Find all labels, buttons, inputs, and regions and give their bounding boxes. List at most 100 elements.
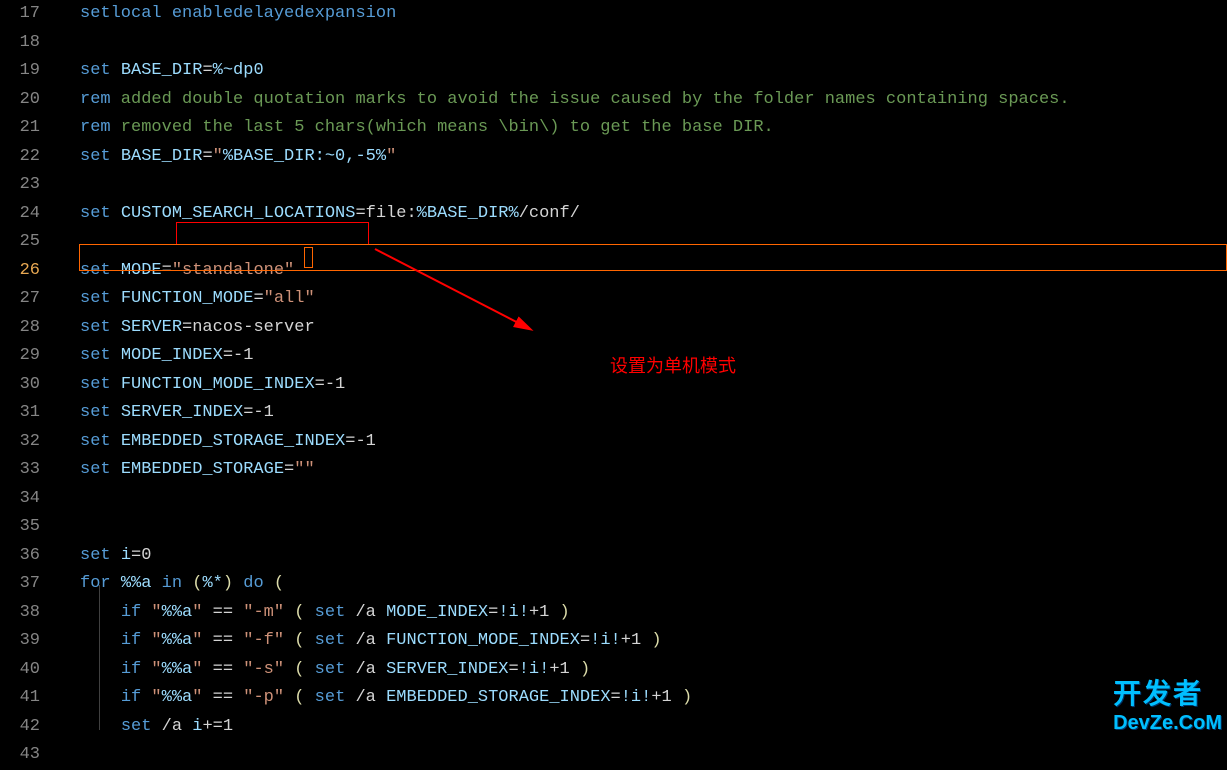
code-token: == (202, 631, 243, 650)
line-number: 17 (0, 0, 40, 29)
code-token (111, 261, 121, 280)
code-token: =-1 (223, 346, 254, 365)
code-token: == (202, 688, 243, 707)
code-token (141, 631, 151, 650)
code-token: i (121, 546, 131, 565)
code-line[interactable]: set BASE_DIR="%BASE_DIR:~0,-5%" (60, 143, 1227, 172)
code-token: " (192, 603, 202, 622)
code-token: ) (651, 631, 661, 650)
code-token: " (151, 631, 161, 650)
code-line[interactable]: set SERVER=nacos-server (60, 314, 1227, 343)
code-token (141, 660, 151, 679)
code-line[interactable]: if "%%a" == "-m" ( set /a MODE_INDEX=!i!… (60, 599, 1227, 628)
code-line[interactable]: set FUNCTION_MODE="all" (60, 285, 1227, 314)
code-token: "all" (264, 289, 315, 308)
code-token: = (202, 147, 212, 166)
code-token (80, 631, 121, 650)
code-line[interactable]: rem removed the last 5 chars(which means… (60, 114, 1227, 143)
code-token: MODE_INDEX (386, 603, 488, 622)
code-token: ( (264, 574, 284, 593)
code-line[interactable]: rem added double quotation marks to avoi… (60, 86, 1227, 115)
code-token: SERVER_INDEX (121, 403, 243, 422)
code-token (111, 61, 121, 80)
code-token: "standalone" (172, 261, 294, 280)
code-token: %%a (162, 603, 193, 622)
code-line[interactable] (60, 741, 1227, 770)
line-number: 42 (0, 713, 40, 742)
code-token: = (253, 289, 263, 308)
line-number: 20 (0, 86, 40, 115)
code-token: if (121, 603, 141, 622)
code-line[interactable]: set MODE="standalone" (60, 257, 1227, 286)
watermark-cn: 开发者 (1113, 680, 1222, 709)
code-line[interactable] (60, 171, 1227, 200)
line-number: 27 (0, 285, 40, 314)
code-token: == (202, 603, 243, 622)
line-number: 21 (0, 114, 40, 143)
code-line[interactable]: set BASE_DIR=%~dp0 (60, 57, 1227, 86)
code-line[interactable]: set EMBEDDED_STORAGE="" (60, 456, 1227, 485)
code-line[interactable] (60, 29, 1227, 58)
code-token: ) (223, 574, 243, 593)
code-token: %* (202, 574, 222, 593)
line-number: 41 (0, 684, 40, 713)
code-line[interactable]: setlocal enabledelayedexpansion (60, 0, 1227, 29)
code-token: %%a (162, 631, 193, 650)
code-token: = (162, 261, 172, 280)
line-number: 36 (0, 542, 40, 571)
code-token: = (580, 631, 590, 650)
code-token: %%a (162, 688, 193, 707)
code-token: set (315, 631, 346, 650)
code-token: set (80, 375, 111, 394)
code-token: " (386, 147, 396, 166)
line-number: 24 (0, 200, 40, 229)
code-token: FUNCTION_MODE_INDEX (121, 375, 315, 394)
code-token (80, 603, 121, 622)
code-line[interactable]: set CUSTOM_SEARCH_LOCATIONS=file:%BASE_D… (60, 200, 1227, 229)
code-token: ( (284, 688, 315, 707)
code-line[interactable]: if "%%a" == "-s" ( set /a SERVER_INDEX=!… (60, 656, 1227, 685)
line-number: 32 (0, 428, 40, 457)
code-token: +1 (549, 660, 580, 679)
code-token: BASE_DIR (121, 61, 203, 80)
line-number: 39 (0, 627, 40, 656)
code-token: SERVER (121, 318, 182, 337)
code-token: MODE (121, 261, 162, 280)
code-token: CUSTOM_SEARCH_LOCATIONS (121, 204, 356, 223)
line-number: 25 (0, 228, 40, 257)
code-token (111, 460, 121, 479)
line-number: 37 (0, 570, 40, 599)
code-token: set (80, 346, 111, 365)
code-token: ( (182, 574, 202, 593)
code-token: set (80, 261, 111, 280)
line-number: 31 (0, 399, 40, 428)
code-token: rem (80, 118, 111, 137)
watermark-en: DevZe.CoM (1113, 709, 1222, 738)
code-token: set (80, 289, 111, 308)
code-token: EMBEDDED_STORAGE (121, 460, 284, 479)
code-line[interactable] (60, 513, 1227, 542)
code-token: = (611, 688, 621, 707)
code-token: = (202, 61, 212, 80)
code-line[interactable] (60, 485, 1227, 514)
code-token: +=1 (202, 717, 233, 736)
code-line[interactable]: set /a i+=1 (60, 713, 1227, 742)
code-token: setlocal (80, 4, 162, 23)
line-number: 40 (0, 656, 40, 685)
code-line[interactable]: set EMBEDDED_STORAGE_INDEX=-1 (60, 428, 1227, 457)
code-token: /a (345, 631, 386, 650)
annotation-text: 设置为单机模式 (610, 352, 736, 381)
code-token: set (80, 204, 111, 223)
code-line[interactable]: set i=0 (60, 542, 1227, 571)
code-line[interactable]: if "%%a" == "-p" ( set /a EMBEDDED_STORA… (60, 684, 1227, 713)
code-token: do (243, 574, 263, 593)
code-line[interactable]: set SERVER_INDEX=-1 (60, 399, 1227, 428)
code-token: %%a (121, 574, 152, 593)
code-token: " (151, 660, 161, 679)
code-line[interactable]: for %%a in (%*) do ( (60, 570, 1227, 599)
code-line[interactable]: if "%%a" == "-f" ( set /a FUNCTION_MODE_… (60, 627, 1227, 656)
code-token: " (151, 603, 161, 622)
code-token: SERVER_INDEX (386, 660, 508, 679)
line-number: 22 (0, 143, 40, 172)
code-line[interactable] (60, 228, 1227, 257)
